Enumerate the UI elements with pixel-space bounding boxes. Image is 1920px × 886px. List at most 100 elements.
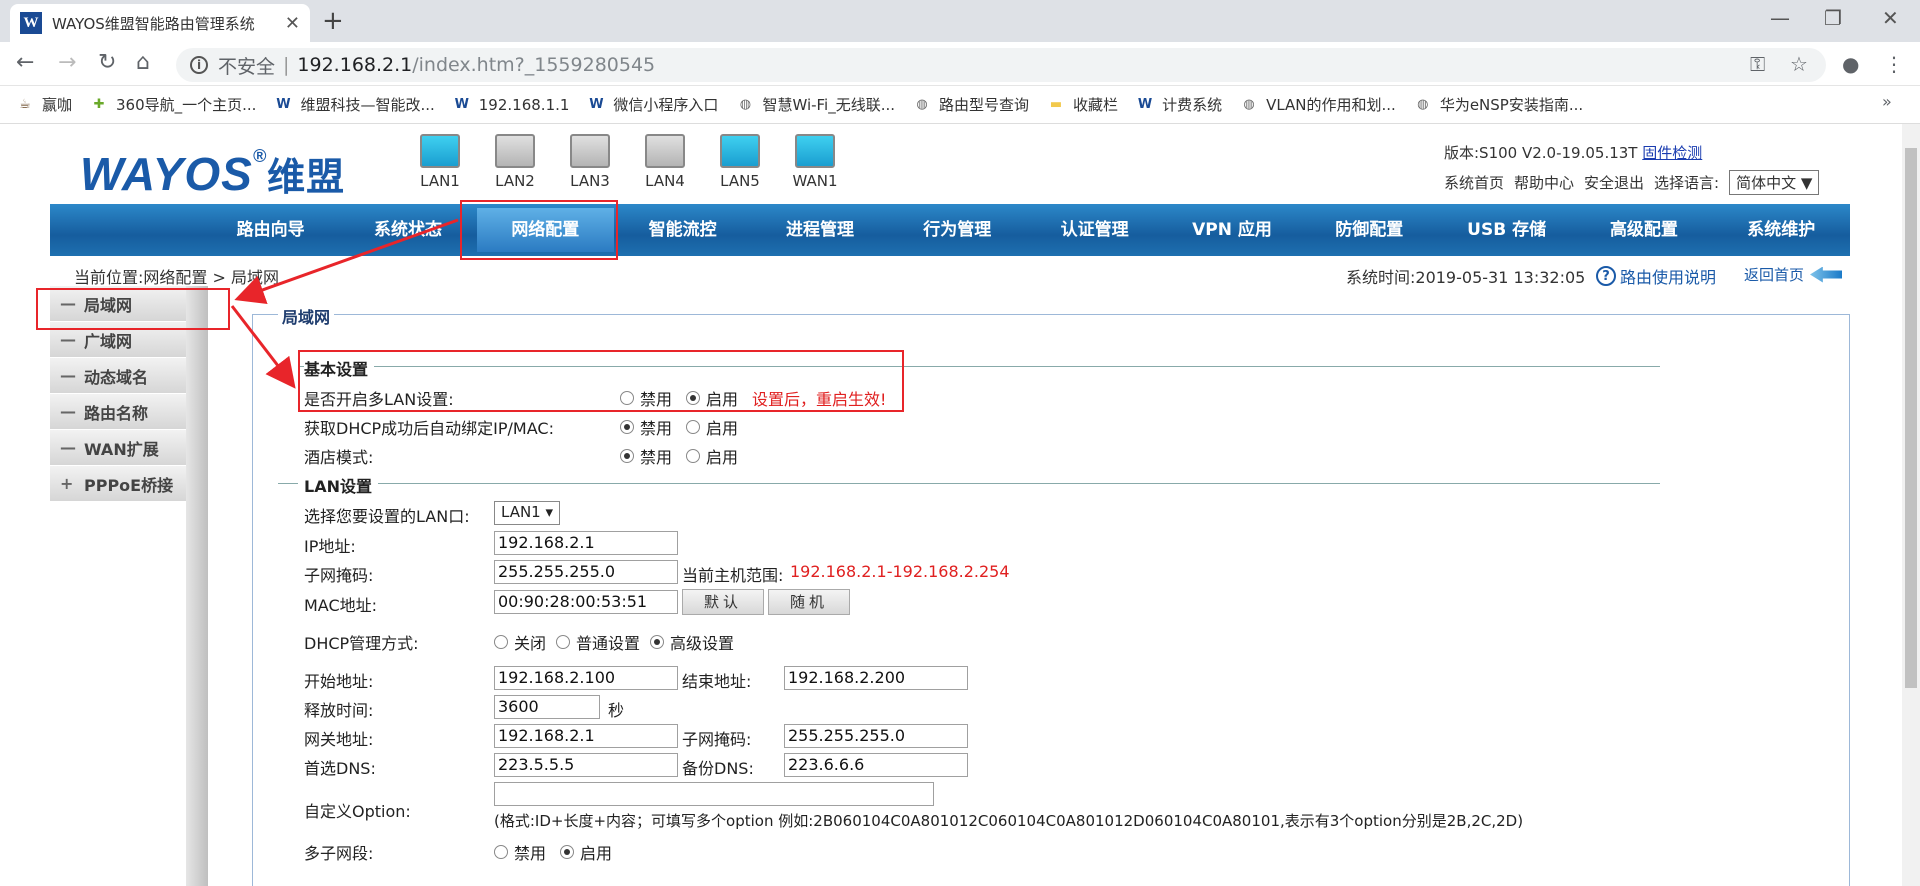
language-select[interactable]: 简体中文 ▼	[1729, 170, 1820, 195]
sidebar-item[interactable]: — 动态域名	[50, 358, 186, 394]
menu-item[interactable]: 系统维护	[1713, 204, 1850, 256]
bookmark-item[interactable]: ◍ 华为eNSP安装指南...	[1414, 94, 1583, 115]
mask-label: 子网掩码:	[304, 566, 374, 585]
annotation-box-menu	[460, 200, 618, 260]
bookmark-item[interactable]: W 计费系统	[1136, 94, 1222, 115]
gateway-mask-input[interactable]: 255.255.255.0	[784, 724, 968, 748]
reload-icon[interactable]: ↻	[98, 50, 116, 75]
bookmark-item[interactable]: ◍ VLAN的作用和划...	[1240, 94, 1395, 115]
menu-item[interactable]: 进程管理	[751, 204, 888, 256]
hotel-enable-radio[interactable]: 启用	[686, 444, 738, 468]
end-address-input[interactable]: 192.168.2.200	[784, 666, 968, 690]
random-mac-button[interactable]: 随机	[768, 589, 850, 615]
help-link-label: 路由使用说明	[1620, 268, 1717, 287]
port-monitor-icon	[420, 134, 460, 168]
port-status: LAN1 LAN2 LAN3 LAN4 LAN5 WAN1	[410, 132, 838, 202]
menu-item[interactable]: 系统状态	[339, 204, 476, 256]
more-bookmarks-icon[interactable]: »	[1882, 92, 1892, 111]
window-close-icon[interactable]: ✕	[1882, 6, 1899, 30]
custom-option-label: 自定义Option:	[304, 802, 411, 821]
menu-item[interactable]: 行为管理	[889, 204, 1026, 256]
profile-icon[interactable]: ●	[1842, 52, 1859, 76]
sidebar-item[interactable]: — 路由名称	[50, 394, 186, 430]
menu-item[interactable]: VPN 应用	[1163, 204, 1300, 256]
star-icon[interactable]: ☆	[1790, 52, 1808, 76]
menu-item[interactable]: USB 存储	[1438, 204, 1575, 256]
key-icon[interactable]: ⚿	[1750, 52, 1765, 76]
help-link[interactable]: ? 路由使用说明	[1596, 264, 1716, 288]
menu-item[interactable]: 智能流控	[614, 204, 751, 256]
menu-dots-icon[interactable]: ⋮	[1884, 52, 1904, 76]
menu-item[interactable]: 高级配置	[1575, 204, 1712, 256]
bookmark-label: 智慧Wi-Fi_无线联...	[762, 96, 896, 114]
mac-input[interactable]: 00:90:28:00:53:51	[494, 590, 678, 614]
custom-option-input[interactable]	[494, 782, 934, 806]
bookmark-item[interactable]: ◍ 智慧Wi-Fi_无线联...	[736, 94, 895, 115]
backup-dns-input[interactable]: 223.6.6.6	[784, 753, 968, 777]
gateway-input[interactable]: 192.168.2.1	[494, 724, 678, 748]
help-center-link[interactable]: 帮助中心	[1514, 172, 1574, 193]
mask-input[interactable]: 255.255.255.0	[494, 560, 678, 584]
dhcp-normal-radio[interactable]: 普通设置	[556, 630, 640, 654]
gateway-label: 网关地址:	[304, 730, 374, 749]
home-icon[interactable]: ⌂	[136, 50, 150, 75]
address-bar[interactable]: i 不安全 | 192.168.2.1 /index.htm?_15592805…	[176, 48, 1826, 82]
bookmark-item[interactable]: ◍ 路由型号查询	[913, 94, 1029, 115]
wayos-favicon-icon: W	[20, 12, 42, 34]
primary-dns-label: 首选DNS:	[304, 759, 376, 778]
sidebar-item-label: PPPoE桥接	[84, 475, 174, 495]
port-label: LAN3	[570, 172, 610, 190]
hotel-mode-label: 酒店模式:	[304, 448, 374, 467]
url-host: 192.168.2.1	[297, 54, 413, 76]
firmware-check-link[interactable]: 固件检测	[1642, 144, 1702, 162]
menu-item[interactable]: 路由向导	[202, 204, 339, 256]
sidebar-item[interactable]: + PPPoE桥接	[50, 466, 186, 502]
tab-close-icon[interactable]: ✕	[285, 13, 300, 34]
home-page-link[interactable]: 系统首页	[1444, 172, 1504, 193]
primary-dns-input[interactable]: 223.5.5.5	[494, 753, 678, 777]
dhcp-bind-label: 获取DHCP成功后自动绑定IP/MAC:	[304, 419, 554, 438]
browser-tab[interactable]: W WAYOS维盟智能路由管理系统 ✕	[10, 4, 310, 42]
site-info-icon[interactable]: i	[190, 56, 208, 74]
new-tab-icon[interactable]: +	[322, 6, 344, 36]
bookmark-item[interactable]: ✚ 360导航_一个主页...	[90, 94, 257, 115]
bookmark-item[interactable]: W 微信小程序入口	[587, 94, 718, 115]
dhcp-bind-disable-radio[interactable]: 禁用	[620, 415, 672, 439]
hotel-disable-radio[interactable]: 禁用	[620, 444, 672, 468]
port-label: WAN1	[792, 172, 838, 190]
bookmark-item[interactable]: W 维盟科技—智能改...	[274, 94, 434, 115]
port-monitor-icon	[795, 134, 835, 168]
forward-icon[interactable]: →	[58, 50, 76, 75]
bookmark-item[interactable]: W 192.168.1.1	[453, 96, 570, 114]
panel-title: 局域网	[278, 304, 335, 328]
dhcp-advanced-radio[interactable]: 高级设置	[650, 630, 734, 654]
bookmark-item[interactable]: ▬ 收藏栏	[1047, 94, 1118, 115]
bookmark-item[interactable]: ☕ 赢咖	[16, 94, 72, 115]
dhcp-mode-label: DHCP管理方式:	[304, 634, 419, 653]
scrollbar-thumb[interactable]	[1905, 148, 1917, 688]
dhcp-bind-enable-radio[interactable]: 启用	[686, 415, 738, 439]
sidebar-item[interactable]: — WAN扩展	[50, 430, 186, 466]
multi-subnet-enable-radio[interactable]: 启用	[560, 840, 612, 864]
breadcrumb: 当前位置:网络配置 > 局域网	[74, 268, 279, 287]
dhcp-off-radio[interactable]: 关闭	[494, 630, 546, 654]
page-scrollbar[interactable]	[1902, 124, 1920, 886]
multi-subnet-disable-radio[interactable]: 禁用	[494, 840, 546, 864]
restore-icon[interactable]: ❐	[1824, 6, 1842, 30]
ip-input[interactable]: 192.168.2.1	[494, 531, 678, 555]
lan-port-select[interactable]: LAN1 ▾	[494, 501, 561, 525]
w-logo-icon: W	[1137, 97, 1153, 112]
menu-item[interactable]: 认证管理	[1026, 204, 1163, 256]
logout-link[interactable]: 安全退出	[1584, 172, 1644, 193]
sidebar-item-label: 广域网	[84, 331, 133, 351]
lease-time-input[interactable]: 3600	[494, 695, 600, 719]
back-icon[interactable]: ←	[16, 50, 34, 75]
start-address-input[interactable]: 192.168.2.100	[494, 666, 678, 690]
end-address-label: 结束地址:	[682, 672, 752, 691]
default-mac-button[interactable]: 默认	[682, 589, 764, 615]
minimize-icon[interactable]: —	[1770, 6, 1790, 30]
menu-item[interactable]: 防御配置	[1301, 204, 1438, 256]
host-range-label: 当前主机范围:	[682, 566, 784, 585]
return-home-link[interactable]: 返回首页	[1744, 264, 1843, 285]
custom-option-hint: (格式:ID+长度+内容；可填写多个option 例如:2B060104C0A8…	[494, 812, 1524, 830]
